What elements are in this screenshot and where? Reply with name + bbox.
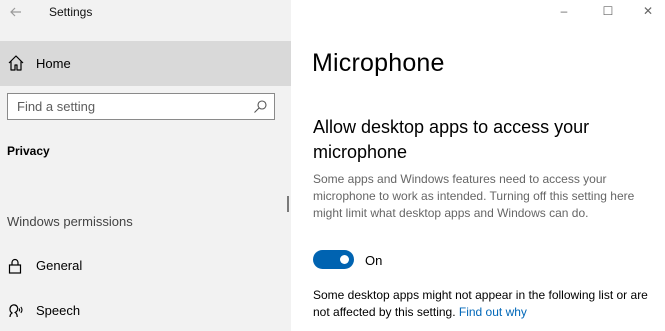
maximize-button[interactable]: ☐	[593, 2, 623, 20]
close-button[interactable]: ✕	[633, 2, 663, 20]
sidebar-item-home[interactable]: Home	[0, 41, 291, 86]
sidebar: Settings Home Privacy Windows permission…	[0, 0, 291, 331]
section-description: Some apps and Windows features need to a…	[313, 172, 635, 220]
toggle-state-label: On	[365, 253, 383, 268]
speech-icon	[9, 304, 23, 318]
search-input[interactable]	[17, 99, 237, 114]
lock-icon	[8, 258, 22, 274]
back-button[interactable]	[6, 2, 26, 22]
main-content: – ☐ ✕ Microphone Allow desktop apps to a…	[291, 0, 665, 331]
home-icon	[8, 55, 24, 71]
home-label: Home	[36, 56, 71, 71]
sidebar-item-label: Speech	[36, 303, 81, 318]
close-icon: ✕	[642, 4, 654, 18]
section-title-privacy: Privacy	[7, 144, 50, 158]
page-title: Microphone	[312, 49, 445, 77]
toggle-knob	[340, 255, 349, 264]
back-arrow-icon	[10, 7, 21, 17]
app-title: Settings	[49, 5, 93, 19]
note-text: Some desktop apps might not appear in th…	[313, 287, 658, 321]
search-box[interactable]	[7, 93, 275, 120]
section-heading: Allow desktop apps to access your microp…	[313, 117, 590, 162]
sidebar-scrollbar[interactable]	[287, 196, 289, 212]
minimize-icon: –	[560, 4, 568, 18]
sidebar-item-general[interactable]: General	[0, 246, 291, 286]
minimize-button[interactable]: –	[549, 2, 579, 20]
sidebar-item-label: General	[36, 258, 83, 273]
search-icon[interactable]	[252, 99, 268, 115]
maximize-icon: ☐	[602, 4, 614, 18]
titlebar-left: Settings	[0, 0, 291, 24]
desktop-apps-microphone-toggle[interactable]	[313, 250, 354, 269]
group-title-windows-permissions: Windows permissions	[7, 214, 133, 229]
sidebar-item-speech[interactable]: Speech	[0, 291, 291, 331]
find-out-why-link[interactable]: Find out why	[459, 305, 527, 319]
